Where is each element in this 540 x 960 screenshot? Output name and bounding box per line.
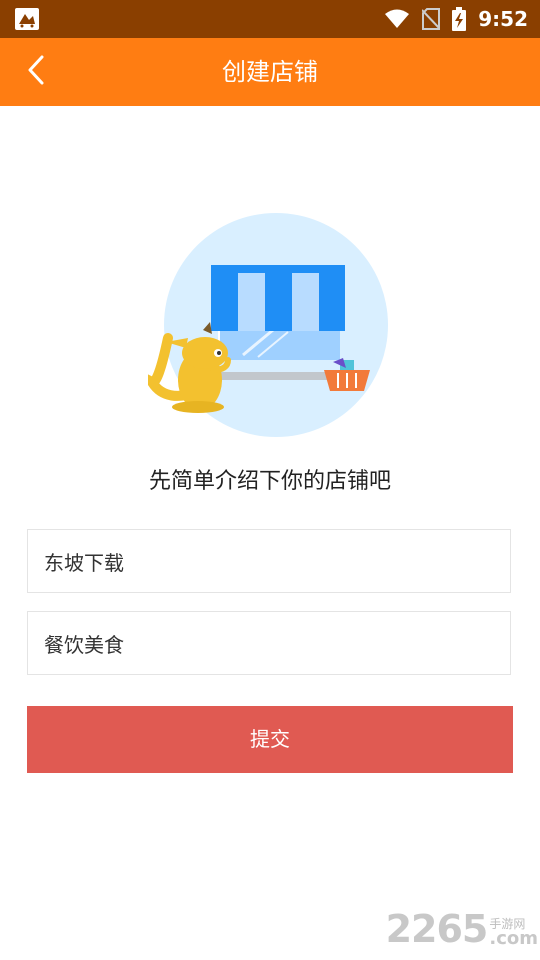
- status-time: 9:52: [478, 7, 528, 31]
- shop-category-input[interactable]: [28, 612, 510, 674]
- page-title: 创建店铺: [222, 58, 318, 86]
- back-button[interactable]: [26, 54, 66, 90]
- nav-bar: 创建店铺: [0, 38, 540, 106]
- chevron-left-icon: [28, 55, 44, 85]
- app-notification-icon: [15, 8, 39, 30]
- shop-name-field[interactable]: [27, 529, 511, 593]
- watermark-suffix: .com: [489, 928, 538, 949]
- page-subtitle: 先简单介绍下你的店铺吧: [148, 469, 391, 494]
- wifi-icon: [385, 9, 410, 28]
- shop-kangaroo-illustration: [148, 213, 388, 437]
- shop-category-field[interactable]: [27, 611, 511, 675]
- battery-charging-icon: [452, 7, 467, 31]
- shop-name-input[interactable]: [28, 530, 510, 592]
- status-bar: 9:52: [0, 0, 540, 38]
- watermark-number: 2265: [385, 907, 489, 951]
- watermark-logo: 2265 手游网 .com: [386, 910, 538, 948]
- submit-button[interactable]: 提交: [27, 706, 513, 773]
- no-sim-icon: [422, 8, 441, 30]
